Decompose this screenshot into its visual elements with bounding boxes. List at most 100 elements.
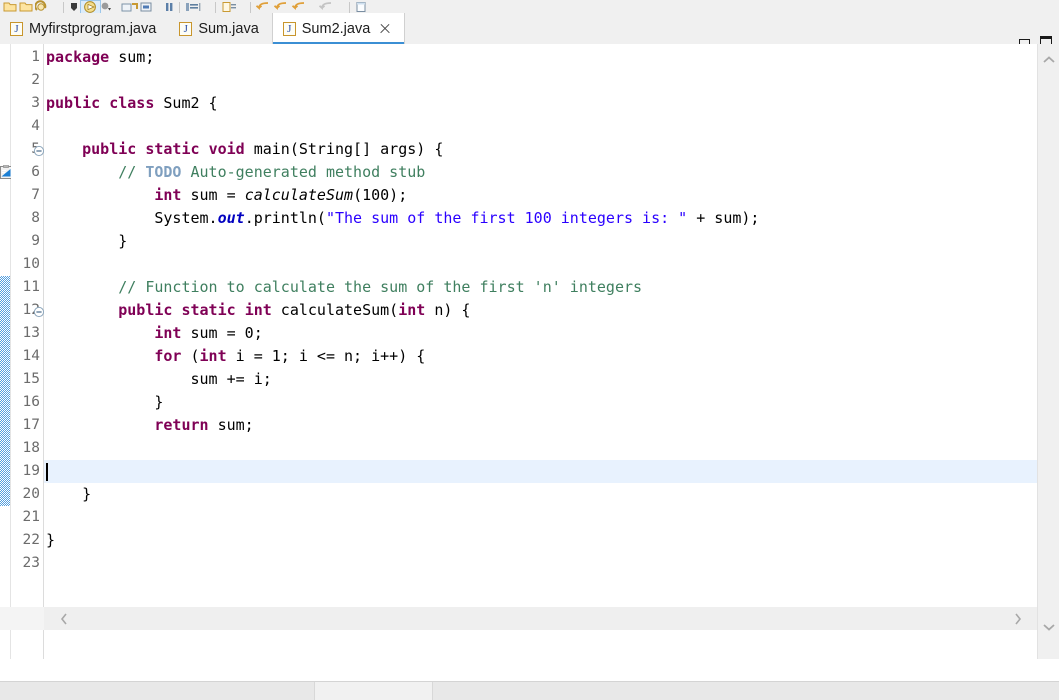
code-line[interactable]: public static int calculateSum(int n) {	[46, 299, 470, 322]
code-token: static	[145, 140, 200, 158]
code-token: sum;	[208, 416, 254, 434]
editor-tab-bar: Myfirstprogram.java Sum.java Sum2.java	[0, 13, 1059, 48]
code-token: "The sum of the first 100 integers is: "	[325, 209, 688, 227]
text-cursor	[46, 463, 48, 481]
java-file-icon	[10, 21, 23, 36]
code-token: System.	[46, 209, 218, 227]
chevron-down-icon	[1042, 624, 1055, 631]
code-token: sum += i;	[46, 370, 272, 388]
code-text-area[interactable]: package sum; public class Sum2 { public s…	[44, 44, 1038, 639]
code-token: n) {	[425, 301, 471, 319]
tab-sum2-java[interactable]: Sum2.java	[271, 13, 406, 44]
new-folder-icon[interactable]	[19, 0, 35, 13]
code-line[interactable]: for (int i = 1; i <= n; i++) {	[46, 345, 425, 368]
tab-label: Sum.java	[198, 20, 259, 37]
scroll-down-button[interactable]	[1038, 617, 1059, 637]
code-token: sum = 0;	[181, 324, 263, 342]
tab-myfirstprogram-java[interactable]: Myfirstprogram.java	[0, 13, 169, 44]
code-line[interactable]: return sum;	[46, 414, 254, 437]
external-tools-icon[interactable]	[120, 0, 138, 13]
new-java-project-icon[interactable]	[3, 0, 19, 13]
code-token: Sum2 {	[154, 94, 218, 112]
close-icon[interactable]	[379, 23, 391, 35]
toggle-breakpoint-icon[interactable]	[184, 0, 202, 13]
vertical-scrollbar[interactable]	[1037, 44, 1059, 659]
code-token: sum;	[109, 48, 155, 66]
code-token: .println(	[244, 209, 326, 227]
code-line[interactable]: }	[46, 391, 163, 414]
new-class-icon[interactable]	[138, 0, 154, 13]
code-token: (	[181, 347, 200, 365]
code-token: class	[109, 94, 155, 112]
code-token: (100);	[353, 186, 408, 204]
chevron-right-icon	[1015, 613, 1022, 624]
code-line[interactable]: public static void main(String[] args) {	[46, 138, 443, 161]
forward-navigation-icon[interactable]	[273, 0, 291, 13]
code-line[interactable]: sum += i;	[46, 368, 272, 391]
previous-annotation-icon[interactable]	[318, 0, 336, 13]
code-line[interactable]: }	[46, 230, 127, 253]
code-token: int	[244, 301, 272, 319]
save-icon[interactable]	[35, 0, 50, 13]
status-cell-right	[433, 682, 1059, 700]
status-bar	[0, 681, 1059, 700]
code-token: //	[118, 163, 146, 181]
code-line[interactable]: int sum = 0;	[46, 322, 263, 345]
code-token: }	[46, 232, 128, 250]
folding-ruler[interactable]	[0, 44, 48, 659]
debug-icon[interactable]	[68, 0, 80, 13]
code-line[interactable]: public class Sum2 {	[46, 92, 218, 115]
new-window-icon[interactable]	[354, 0, 368, 13]
code-editor[interactable]: 1234567891011121314151617181920212223 pa…	[0, 44, 1059, 659]
status-cell-left	[0, 682, 315, 700]
current-line-highlight	[44, 460, 1038, 483]
code-line[interactable]: // Function to calculate the sum of the …	[46, 276, 642, 299]
code-token: calculateSum	[244, 186, 354, 204]
code-token: for	[154, 347, 182, 365]
scroll-right-button[interactable]	[1006, 607, 1030, 630]
scrollbar-corner	[0, 607, 44, 630]
code-line[interactable]: }	[46, 483, 91, 506]
code-token: // Function to calculate the sum of the …	[118, 278, 643, 296]
run-dropdown-icon[interactable]	[101, 0, 111, 13]
horizontal-scrollbar[interactable]	[44, 607, 1038, 630]
pause-icon[interactable]	[163, 0, 175, 13]
run-icon[interactable]	[80, 0, 101, 13]
code-token: sum =	[181, 186, 245, 204]
tab-label: Myfirstprogram.java	[29, 20, 157, 37]
code-token: Auto-generated method stub	[181, 163, 426, 181]
code-token: package	[46, 48, 110, 66]
code-line[interactable]: System.out.println("The sum of the first…	[46, 207, 759, 230]
tab-list: Myfirstprogram.java Sum.java Sum2.java	[0, 13, 406, 44]
tab-label: Sum2.java	[301, 20, 371, 37]
code-token: + sum);	[687, 209, 760, 227]
java-file-icon	[179, 21, 193, 36]
code-token: public	[46, 94, 101, 112]
back-navigation-icon[interactable]	[255, 0, 273, 13]
chevron-left-icon	[60, 613, 67, 624]
chevron-up-icon	[1042, 56, 1055, 63]
code-token: main(String[] args) {	[244, 140, 444, 158]
code-token: int	[154, 186, 182, 204]
code-line[interactable]: // TODO Auto-generated method stub	[46, 161, 425, 184]
open-type-icon[interactable]	[220, 0, 237, 13]
code-line[interactable]: package sum;	[46, 46, 154, 69]
code-line[interactable]: int sum = calculateSum(100);	[46, 184, 407, 207]
scroll-left-button[interactable]	[52, 607, 76, 630]
code-token: int	[154, 324, 182, 342]
main-toolbar	[0, 0, 1059, 14]
next-annotation-icon[interactable]	[291, 0, 309, 13]
tab-sum-java[interactable]: Sum.java	[169, 13, 271, 44]
code-token: TODO	[145, 163, 182, 181]
code-line[interactable]: }	[46, 529, 55, 552]
scroll-up-button[interactable]	[1038, 50, 1059, 70]
